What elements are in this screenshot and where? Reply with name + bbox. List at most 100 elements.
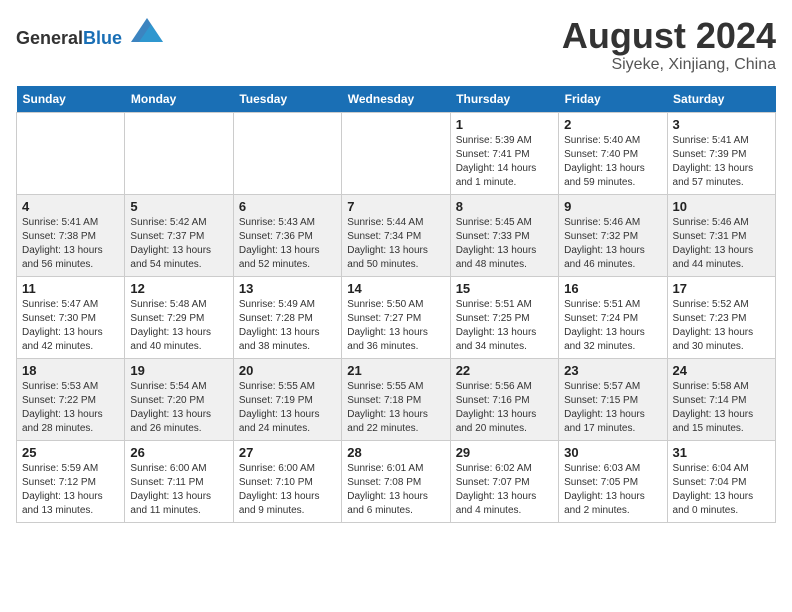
day-number: 12 (130, 281, 227, 296)
day-info: Sunrise: 5:52 AMSunset: 7:23 PMDaylight:… (673, 298, 770, 354)
calendar-cell: 11 Sunrise: 5:47 AMSunset: 7:30 PMDayligh… (17, 276, 125, 358)
calendar-cell (342, 112, 450, 194)
day-number: 8 (456, 199, 553, 214)
title-block: August 2024 Siyeke, Xinjiang, China (562, 16, 776, 74)
day-number: 16 (564, 281, 661, 296)
calendar-cell: 4 Sunrise: 5:41 AMSunset: 7:38 PMDaylight… (17, 194, 125, 276)
day-number: 10 (673, 199, 770, 214)
day-info: Sunrise: 5:59 AMSunset: 7:12 PMDaylight:… (22, 462, 119, 518)
month-year: August 2024 (562, 16, 776, 56)
day-number: 24 (673, 363, 770, 378)
day-number: 7 (347, 199, 444, 214)
day-info: Sunrise: 5:43 AMSunset: 7:36 PMDaylight:… (239, 216, 336, 272)
calendar-cell: 6 Sunrise: 5:43 AMSunset: 7:36 PMDaylight… (233, 194, 341, 276)
day-number: 5 (130, 199, 227, 214)
page-header: GeneralBlue August 2024 Siyeke, Xinjiang… (16, 16, 776, 74)
day-info: Sunrise: 6:01 AMSunset: 7:08 PMDaylight:… (347, 462, 444, 518)
day-number: 28 (347, 445, 444, 460)
day-number: 14 (347, 281, 444, 296)
calendar-cell: 14Sunrise: 5:50 AMSunset: 7:27 PMDayligh… (342, 276, 450, 358)
logo-blue: Blue (83, 28, 122, 48)
calendar-table: SundayMondayTuesdayWednesdayThursdayFrid… (16, 86, 776, 523)
day-number: 29 (456, 445, 553, 460)
week-row: 4 Sunrise: 5:41 AMSunset: 7:38 PMDaylight… (17, 194, 776, 276)
day-number: 13 (239, 281, 336, 296)
calendar-cell: 3Sunrise: 5:41 AMSunset: 7:39 PMDaylight… (667, 112, 775, 194)
col-header-monday: Monday (125, 86, 233, 113)
day-number: 11 (22, 281, 119, 296)
calendar-cell: 2 Sunrise: 5:40 AMSunset: 7:40 PMDaylight… (559, 112, 667, 194)
calendar-cell: 30Sunrise: 6:03 AMSunset: 7:05 PMDayligh… (559, 440, 667, 522)
calendar-cell: 21 Sunrise: 5:55 AMSunset: 7:18 PMDayligh… (342, 358, 450, 440)
calendar-cell (17, 112, 125, 194)
logo: GeneralBlue (16, 16, 163, 49)
week-row: 1Sunrise: 5:39 AMSunset: 7:41 PMDaylight… (17, 112, 776, 194)
day-info: Sunrise: 5:58 AMSunset: 7:14 PMDaylight:… (673, 380, 770, 436)
day-number: 30 (564, 445, 661, 460)
day-number: 18 (22, 363, 119, 378)
calendar-cell: 17Sunrise: 5:52 AMSunset: 7:23 PMDayligh… (667, 276, 775, 358)
day-number: 23 (564, 363, 661, 378)
day-info: Sunrise: 5:45 AMSunset: 7:33 PMDaylight:… (456, 216, 553, 272)
day-info: Sunrise: 6:04 AMSunset: 7:04 PMDaylight:… (673, 462, 770, 518)
day-info: Sunrise: 5:44 AMSunset: 7:34 PMDaylight:… (347, 216, 444, 272)
day-info: Sunrise: 5:40 AMSunset: 7:40 PMDaylight:… (564, 134, 661, 190)
day-info: Sunrise: 5:46 AMSunset: 7:32 PMDaylight:… (564, 216, 661, 272)
calendar-cell (233, 112, 341, 194)
day-info: Sunrise: 5:51 AMSunset: 7:24 PMDaylight:… (564, 298, 661, 354)
calendar-cell: 5 Sunrise: 5:42 AMSunset: 7:37 PMDaylight… (125, 194, 233, 276)
calendar-cell: 24 Sunrise: 5:58 AMSunset: 7:14 PMDayligh… (667, 358, 775, 440)
day-number: 9 (564, 199, 661, 214)
day-info: Sunrise: 5:54 AMSunset: 7:20 PMDaylight:… (130, 380, 227, 436)
day-number: 4 (22, 199, 119, 214)
day-number: 27 (239, 445, 336, 460)
calendar-cell: 12 Sunrise: 5:48 AMSunset: 7:29 PMDayligh… (125, 276, 233, 358)
calendar-cell: 1Sunrise: 5:39 AMSunset: 7:41 PMDaylight… (450, 112, 558, 194)
day-info: Sunrise: 5:53 AMSunset: 7:22 PMDaylight:… (22, 380, 119, 436)
calendar-cell: 31 Sunrise: 6:04 AMSunset: 7:04 PMDayligh… (667, 440, 775, 522)
calendar-cell: 7 Sunrise: 5:44 AMSunset: 7:34 PMDaylight… (342, 194, 450, 276)
calendar-cell: 26Sunrise: 6:00 AMSunset: 7:11 PMDayligh… (125, 440, 233, 522)
day-info: Sunrise: 5:39 AMSunset: 7:41 PMDaylight:… (456, 134, 553, 190)
col-header-sunday: Sunday (17, 86, 125, 113)
day-info: Sunrise: 5:51 AMSunset: 7:25 PMDaylight:… (456, 298, 553, 354)
week-row: 18 Sunrise: 5:53 AMSunset: 7:22 PMDayligh… (17, 358, 776, 440)
logo-general: General (16, 28, 83, 48)
day-info: Sunrise: 6:00 AMSunset: 7:10 PMDaylight:… (239, 462, 336, 518)
day-number: 2 (564, 117, 661, 132)
day-info: Sunrise: 5:56 AMSunset: 7:16 PMDaylight:… (456, 380, 553, 436)
day-info: Sunrise: 5:47 AMSunset: 7:30 PMDaylight:… (22, 298, 119, 354)
calendar-cell: 8 Sunrise: 5:45 AMSunset: 7:33 PMDaylight… (450, 194, 558, 276)
day-info: Sunrise: 6:02 AMSunset: 7:07 PMDaylight:… (456, 462, 553, 518)
day-info: Sunrise: 5:55 AMSunset: 7:18 PMDaylight:… (347, 380, 444, 436)
calendar-cell: 25 Sunrise: 5:59 AMSunset: 7:12 PMDayligh… (17, 440, 125, 522)
calendar-cell: 23 Sunrise: 5:57 AMSunset: 7:15 PMDayligh… (559, 358, 667, 440)
col-header-thursday: Thursday (450, 86, 558, 113)
day-info: Sunrise: 5:41 AMSunset: 7:38 PMDaylight:… (22, 216, 119, 272)
day-number: 31 (673, 445, 770, 460)
calendar-cell: 18 Sunrise: 5:53 AMSunset: 7:22 PMDayligh… (17, 358, 125, 440)
day-info: Sunrise: 5:46 AMSunset: 7:31 PMDaylight:… (673, 216, 770, 272)
calendar-header-row: SundayMondayTuesdayWednesdayThursdayFrid… (17, 86, 776, 113)
day-number: 25 (22, 445, 119, 460)
col-header-saturday: Saturday (667, 86, 775, 113)
calendar-cell: 19 Sunrise: 5:54 AMSunset: 7:20 PMDayligh… (125, 358, 233, 440)
day-number: 6 (239, 199, 336, 214)
day-info: Sunrise: 5:42 AMSunset: 7:37 PMDaylight:… (130, 216, 227, 272)
day-number: 19 (130, 363, 227, 378)
col-header-friday: Friday (559, 86, 667, 113)
calendar-cell: 10 Sunrise: 5:46 AMSunset: 7:31 PMDayligh… (667, 194, 775, 276)
logo-icon (131, 16, 163, 44)
day-number: 15 (456, 281, 553, 296)
col-header-wednesday: Wednesday (342, 86, 450, 113)
day-info: Sunrise: 5:57 AMSunset: 7:15 PMDaylight:… (564, 380, 661, 436)
day-info: Sunrise: 6:00 AMSunset: 7:11 PMDaylight:… (130, 462, 227, 518)
calendar-cell: 13Sunrise: 5:49 AMSunset: 7:28 PMDayligh… (233, 276, 341, 358)
col-header-tuesday: Tuesday (233, 86, 341, 113)
calendar-cell: 27 Sunrise: 6:00 AMSunset: 7:10 PMDayligh… (233, 440, 341, 522)
calendar-cell: 28 Sunrise: 6:01 AMSunset: 7:08 PMDayligh… (342, 440, 450, 522)
calendar-cell: 16 Sunrise: 5:51 AMSunset: 7:24 PMDayligh… (559, 276, 667, 358)
location: Siyeke, Xinjiang, China (562, 56, 776, 74)
day-info: Sunrise: 5:48 AMSunset: 7:29 PMDaylight:… (130, 298, 227, 354)
day-number: 21 (347, 363, 444, 378)
